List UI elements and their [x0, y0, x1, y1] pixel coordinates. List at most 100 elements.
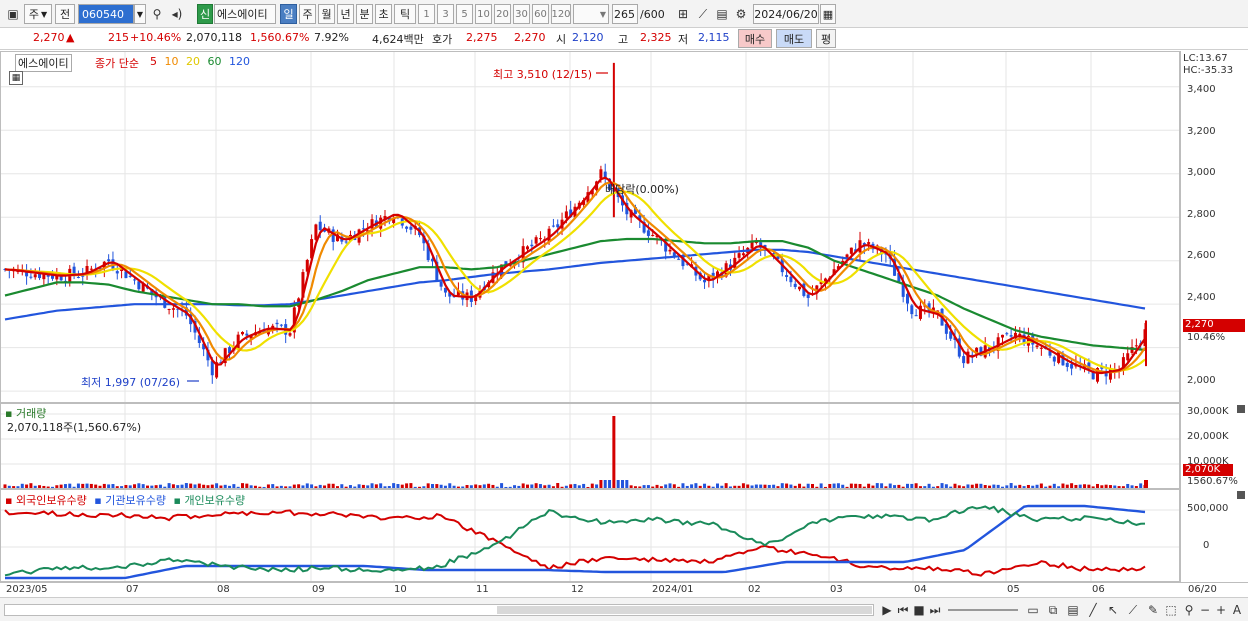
font-size-icon[interactable]: A: [1228, 600, 1246, 620]
volume-bar: [387, 486, 391, 488]
volume-bar: [1126, 483, 1130, 488]
stock-code-input[interactable]: 060540: [78, 4, 134, 24]
candle-body: [1005, 333, 1009, 335]
period-tab-year[interactable]: 년: [337, 4, 354, 24]
interval-5[interactable]: 5: [456, 4, 473, 24]
interval-120[interactable]: 120: [551, 4, 571, 24]
quote-bar: 2,270 ▲ 215 +10.46% 2,070,118 1,560.67% …: [0, 28, 1248, 50]
prev-button[interactable]: 전: [55, 4, 75, 24]
volume-bar: [115, 486, 119, 488]
interval-60[interactable]: 60: [532, 4, 549, 24]
period-tab-second[interactable]: 초: [375, 4, 392, 24]
volume-bar: [642, 485, 646, 488]
volume-bar: [776, 486, 780, 488]
brush-icon[interactable]: ✎: [1144, 600, 1162, 620]
lc-label: LC:13.67: [1183, 53, 1228, 64]
period-tab-tick[interactable]: 틱: [394, 4, 416, 24]
volume-bar: [953, 483, 957, 488]
code-dropdown-icon[interactable]: ▼: [134, 4, 146, 24]
panel-close-icon[interactable]: [1237, 405, 1245, 413]
layout-icon[interactable]: ▣: [4, 4, 22, 24]
date-input[interactable]: 2024/06/20: [753, 4, 819, 24]
volume-bar: [828, 483, 832, 488]
grid-toggle-icon[interactable]: ▦: [9, 71, 23, 85]
save-icon[interactable]: ▤: [713, 4, 731, 24]
horizontal-scrollbar[interactable]: [4, 604, 874, 616]
volume-bar: [465, 484, 469, 488]
interval-1[interactable]: 1: [418, 4, 435, 24]
interval-10[interactable]: 10: [475, 4, 492, 24]
volume-value: 2,070,118: [186, 31, 242, 44]
line-icon[interactable]: ╱: [1084, 600, 1102, 620]
candle-body: [1070, 364, 1074, 369]
zoom-track[interactable]: [948, 609, 1018, 611]
interval-20[interactable]: 20: [494, 4, 511, 24]
interval-3[interactable]: 3: [437, 4, 454, 24]
buy-button[interactable]: 매수: [738, 29, 772, 48]
interval-30[interactable]: 30: [513, 4, 530, 24]
candle-body: [1001, 334, 1004, 338]
fill-icon[interactable]: ⬚: [1162, 600, 1180, 620]
market-select[interactable]: 주 ▼: [24, 4, 52, 24]
count-input[interactable]: 265: [612, 4, 638, 24]
volume-bar: [46, 486, 50, 488]
trend-icon[interactable]: ⟋: [1124, 600, 1142, 620]
period-tab-day[interactable]: 일: [280, 4, 297, 24]
volume-bar: [16, 486, 20, 488]
volume-bar: [590, 483, 594, 488]
volume-bar: [750, 485, 754, 488]
period-tab-week[interactable]: 주: [299, 4, 316, 24]
volume-bar: [422, 486, 426, 488]
volume-bar: [936, 486, 940, 488]
volume-bar: [128, 485, 132, 488]
calendar-icon[interactable]: ▦: [820, 4, 836, 24]
price-chart[interactable]: [1, 52, 1179, 402]
volume-bar: [815, 486, 819, 488]
volume-bar: [245, 483, 249, 488]
volume-bar: [210, 484, 214, 488]
institution-legend: ▪ 기관보유수량: [94, 494, 166, 507]
volume-bar: [1134, 486, 1138, 488]
cursor-icon[interactable]: ↖: [1104, 600, 1122, 620]
volume-chart[interactable]: [1, 404, 1179, 488]
volume-bar: [564, 485, 568, 488]
evaluate-button[interactable]: 평: [816, 29, 836, 48]
volume-bar: [262, 486, 266, 488]
volume-bar: [85, 483, 89, 488]
scrollbar-thumb[interactable]: [497, 606, 872, 614]
volume-bar: [288, 486, 292, 488]
layout-icon[interactable]: ▤: [1064, 600, 1082, 620]
tile-icon[interactable]: ▭: [1024, 600, 1042, 620]
volume-bar: [111, 484, 115, 488]
search-icon[interactable]: ⚲: [148, 4, 166, 24]
bid-price: 2,270: [514, 31, 546, 44]
volume-bar: [253, 485, 257, 488]
candle-body: [288, 333, 292, 336]
individual-legend-text: 개인보유수량: [184, 494, 246, 507]
volume-bar: [357, 484, 361, 488]
crosshair-icon[interactable]: ⊞: [674, 4, 692, 24]
volume-bar: [327, 483, 331, 488]
copy-icon[interactable]: ⧉: [1044, 600, 1062, 620]
candle-body: [668, 249, 672, 252]
fast-forward-icon[interactable]: ⏭: [926, 600, 944, 620]
panel-close-icon[interactable]: [1237, 491, 1245, 499]
sell-button[interactable]: 매도: [776, 29, 812, 48]
period-tab-minute[interactable]: 분: [356, 4, 373, 24]
candle-body: [1039, 347, 1043, 349]
speaker-icon[interactable]: ◂): [168, 4, 186, 24]
volume-bar: [180, 484, 184, 488]
volume-bar: [927, 483, 931, 488]
stock-name-field[interactable]: 에스에이티: [214, 4, 276, 24]
volume-bar: [102, 483, 106, 488]
volume-bar: [323, 485, 327, 488]
volume-bar: [1022, 486, 1026, 488]
volume-bar: [68, 483, 72, 488]
interval-dropdown[interactable]: ▼: [573, 4, 609, 24]
trendline-icon[interactable]: ⟋: [694, 4, 712, 24]
gear-icon[interactable]: ⚙: [732, 4, 750, 24]
volume-bar: [659, 486, 663, 488]
period-tab-month[interactable]: 월: [318, 4, 335, 24]
candle-body: [133, 279, 137, 281]
volume-bar: [1061, 483, 1065, 488]
